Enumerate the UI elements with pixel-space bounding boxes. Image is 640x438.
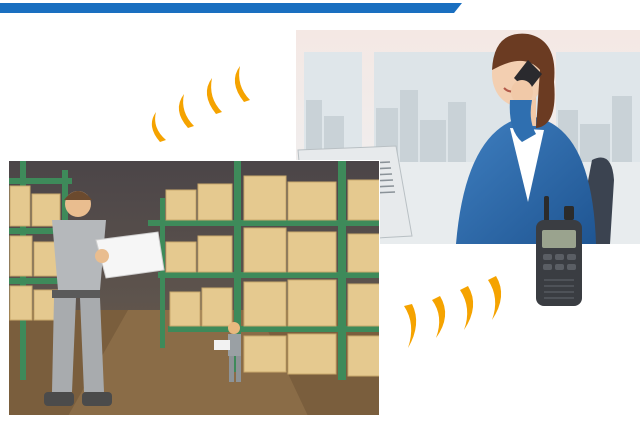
radio-signal-icon: [146, 62, 266, 152]
warehouse-scene: [7, 159, 381, 417]
radio-signal-icon: [396, 266, 514, 356]
walkie-talkie-icon: [530, 196, 588, 308]
top-banner: [0, 0, 462, 13]
